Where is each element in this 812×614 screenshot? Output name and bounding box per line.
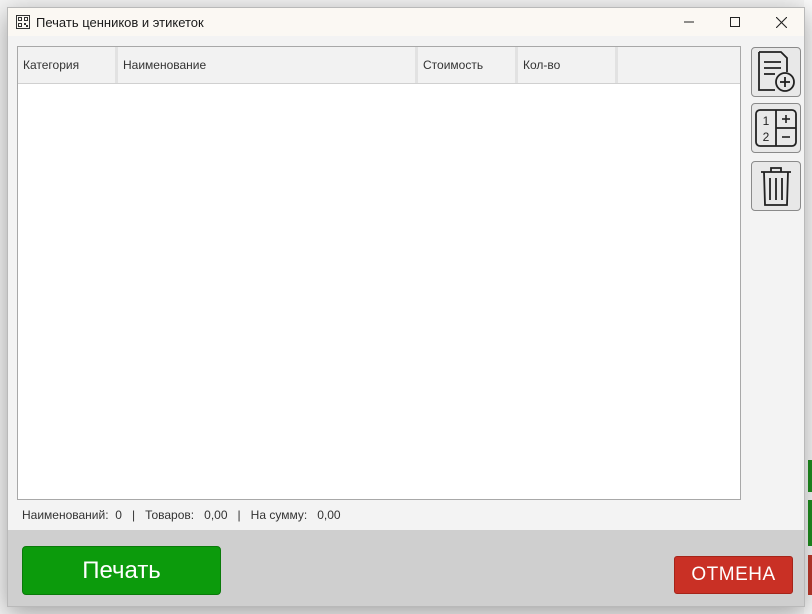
column-header-name[interactable]: Наименование [118,47,418,83]
minimize-icon [684,21,694,23]
maximize-button[interactable] [712,8,758,36]
quantity-plus-minus-icon: 1 2 [755,109,797,147]
close-button[interactable] [758,8,804,36]
qty-digit-1: 1 [763,114,770,128]
status-bar: Наименований: 0 | Товаров: 0,00 | На сум… [22,508,341,522]
delete-item-button[interactable] [751,161,801,211]
labels-table[interactable]: Категория Наименование Стоимость Кол-во [17,46,741,500]
print-button[interactable]: Печать [22,546,221,595]
title-bar: Печать ценников и этикеток [8,8,804,36]
column-header-category[interactable]: Категория [18,47,118,83]
column-header-price[interactable]: Стоимость [418,47,518,83]
qty-digit-2: 2 [763,130,770,144]
change-quantity-button[interactable]: 1 2 [751,103,801,153]
sum-value: 0,00 [317,508,341,522]
add-item-button[interactable] [751,47,801,97]
table-header: Категория Наименование Стоимость Кол-во [18,47,740,84]
trash-icon [761,167,791,206]
maximize-icon [730,17,740,27]
background-green-edge [808,500,812,546]
cancel-button[interactable]: ОТМЕНА [674,556,793,594]
minimize-button[interactable] [666,8,712,36]
column-header-quantity[interactable]: Кол-во [518,47,618,83]
dialog-footer: Печать ОТМЕНА [8,530,804,606]
column-header-empty [618,47,740,83]
window-title: Печать ценников и этикеток [36,14,204,30]
goods-count-value: 0,00 [204,508,228,522]
items-count-label: Наименований: [22,508,109,522]
print-labels-dialog: Печать ценников и этикеток Категория Наи… [7,7,805,607]
close-icon [775,16,787,28]
items-count-value: 0 [115,508,122,522]
goods-count-label: Товаров: [145,508,195,522]
sum-label: На сумму: [250,508,308,522]
background-green-edge [808,460,812,492]
background-red-edge [808,555,812,595]
qr-code-icon [16,15,30,29]
add-document-icon [758,51,795,92]
